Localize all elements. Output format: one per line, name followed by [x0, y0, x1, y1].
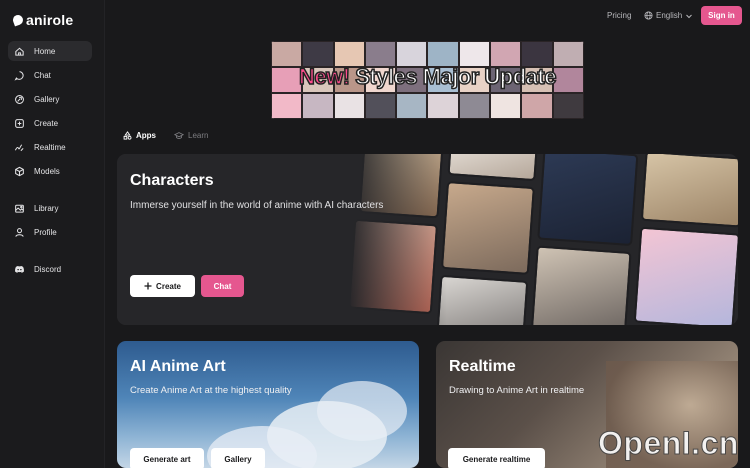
banner-new-label: New!	[298, 63, 351, 90]
anime-art-subtitle: Create Anime Art at the highest quality	[130, 385, 292, 396]
tab-apps[interactable]: Apps	[123, 131, 156, 140]
chevron-down-icon	[686, 14, 693, 18]
character-thumbnail	[440, 181, 535, 275]
language-selector[interactable]: English	[644, 11, 693, 20]
character-thumbnail	[640, 154, 738, 228]
banner-tile	[333, 93, 365, 119]
character-thumbnail	[530, 245, 632, 325]
create-icon	[15, 118, 24, 128]
sidebar-item-home[interactable]: Home	[8, 41, 92, 61]
character-thumbnail	[447, 154, 538, 182]
sidebar-item-library[interactable]: Library	[8, 198, 92, 218]
create-character-button[interactable]: Create	[130, 275, 195, 297]
characters-card[interactable]: Characters Immerse yourself in the world…	[117, 154, 738, 325]
character-thumbnail	[633, 226, 738, 325]
library-icon	[15, 204, 24, 213]
watermark: OpenI.cn	[598, 425, 739, 462]
globe-icon	[644, 11, 653, 20]
sidebar-item-create[interactable]: Create	[8, 113, 92, 133]
tab-label: Learn	[188, 131, 209, 140]
sidebar-item-label: Models	[34, 166, 60, 176]
sidebar-item-label: Library	[34, 203, 59, 213]
brand-name: anirole	[26, 12, 74, 28]
chat-button[interactable]: Chat	[201, 275, 244, 297]
anime-art-title: AI Anime Art	[130, 358, 226, 375]
banner-tile	[396, 93, 428, 119]
plus-icon	[144, 282, 152, 290]
learn-icon	[174, 132, 184, 139]
language-label: English	[656, 11, 683, 20]
tab-learn[interactable]: Learn	[174, 131, 208, 140]
sidebar-item-label: Chat	[34, 70, 51, 80]
banner-tile	[490, 93, 522, 119]
banner-tile	[427, 93, 459, 119]
banner-tile	[458, 93, 491, 119]
profile-icon	[15, 227, 24, 237]
pricing-link[interactable]: Pricing	[607, 11, 631, 20]
characters-title: Characters	[130, 172, 214, 189]
generate-realtime-button[interactable]: Generate realtime	[448, 448, 545, 468]
realtime-icon	[14, 143, 24, 151]
home-icon	[15, 47, 24, 56]
sidebar: anirole Home Chat Gallery Create Realtim…	[0, 0, 105, 468]
character-thumbnail	[537, 154, 639, 247]
brand-logo[interactable]: anirole	[11, 12, 74, 28]
realtime-subtitle: Drawing to Anime Art in realtime	[449, 385, 585, 396]
apps-icon	[123, 131, 132, 140]
gallery-icon	[15, 94, 24, 104]
generate-art-button[interactable]: Generate art	[130, 448, 204, 468]
banner-tile	[521, 93, 553, 119]
sidebar-item-label: Home	[34, 46, 56, 56]
sidebar-item-discord[interactable]: Discord	[8, 259, 92, 279]
chat-icon	[14, 70, 24, 81]
banner-tile	[271, 93, 303, 119]
sidebar-item-label: Discord	[34, 264, 62, 274]
banner-tile	[552, 93, 584, 119]
sidebar-item-chat[interactable]: Chat	[8, 65, 92, 85]
banner-text-label: Styles Major Update	[354, 63, 557, 90]
realtime-title: Realtime	[449, 358, 516, 375]
sidebar-item-label: Profile	[34, 227, 57, 237]
ai-anime-art-card[interactable]: AI Anime Art Create Anime Art at the hig…	[117, 341, 419, 468]
banner-tile	[302, 93, 334, 119]
gallery-button[interactable]: Gallery	[211, 448, 265, 468]
cloud-shape	[317, 381, 407, 441]
sidebar-item-label: Create	[34, 118, 59, 128]
sidebar-item-label: Realtime	[34, 142, 66, 152]
sidebar-item-label: Gallery	[34, 94, 60, 104]
sign-in-button[interactable]: Sign in	[701, 6, 742, 25]
create-label: Create	[156, 281, 181, 291]
brand-logo-icon	[11, 13, 25, 27]
sidebar-item-profile[interactable]: Profile	[8, 222, 92, 242]
discord-icon	[15, 265, 24, 273]
tab-label: Apps	[136, 131, 156, 140]
sidebar-item-realtime[interactable]: Realtime	[8, 137, 92, 157]
characters-subtitle: Immerse yourself in the world of anime w…	[130, 200, 384, 211]
sidebar-item-gallery[interactable]: Gallery	[8, 89, 92, 109]
banner-headline: New! Styles Major Update	[271, 63, 584, 90]
banner-tile	[364, 93, 397, 119]
character-thumbnail	[436, 274, 529, 325]
sidebar-item-models[interactable]: Models	[8, 161, 92, 181]
section-tabs: Apps Learn	[123, 131, 208, 140]
models-icon	[15, 166, 24, 176]
